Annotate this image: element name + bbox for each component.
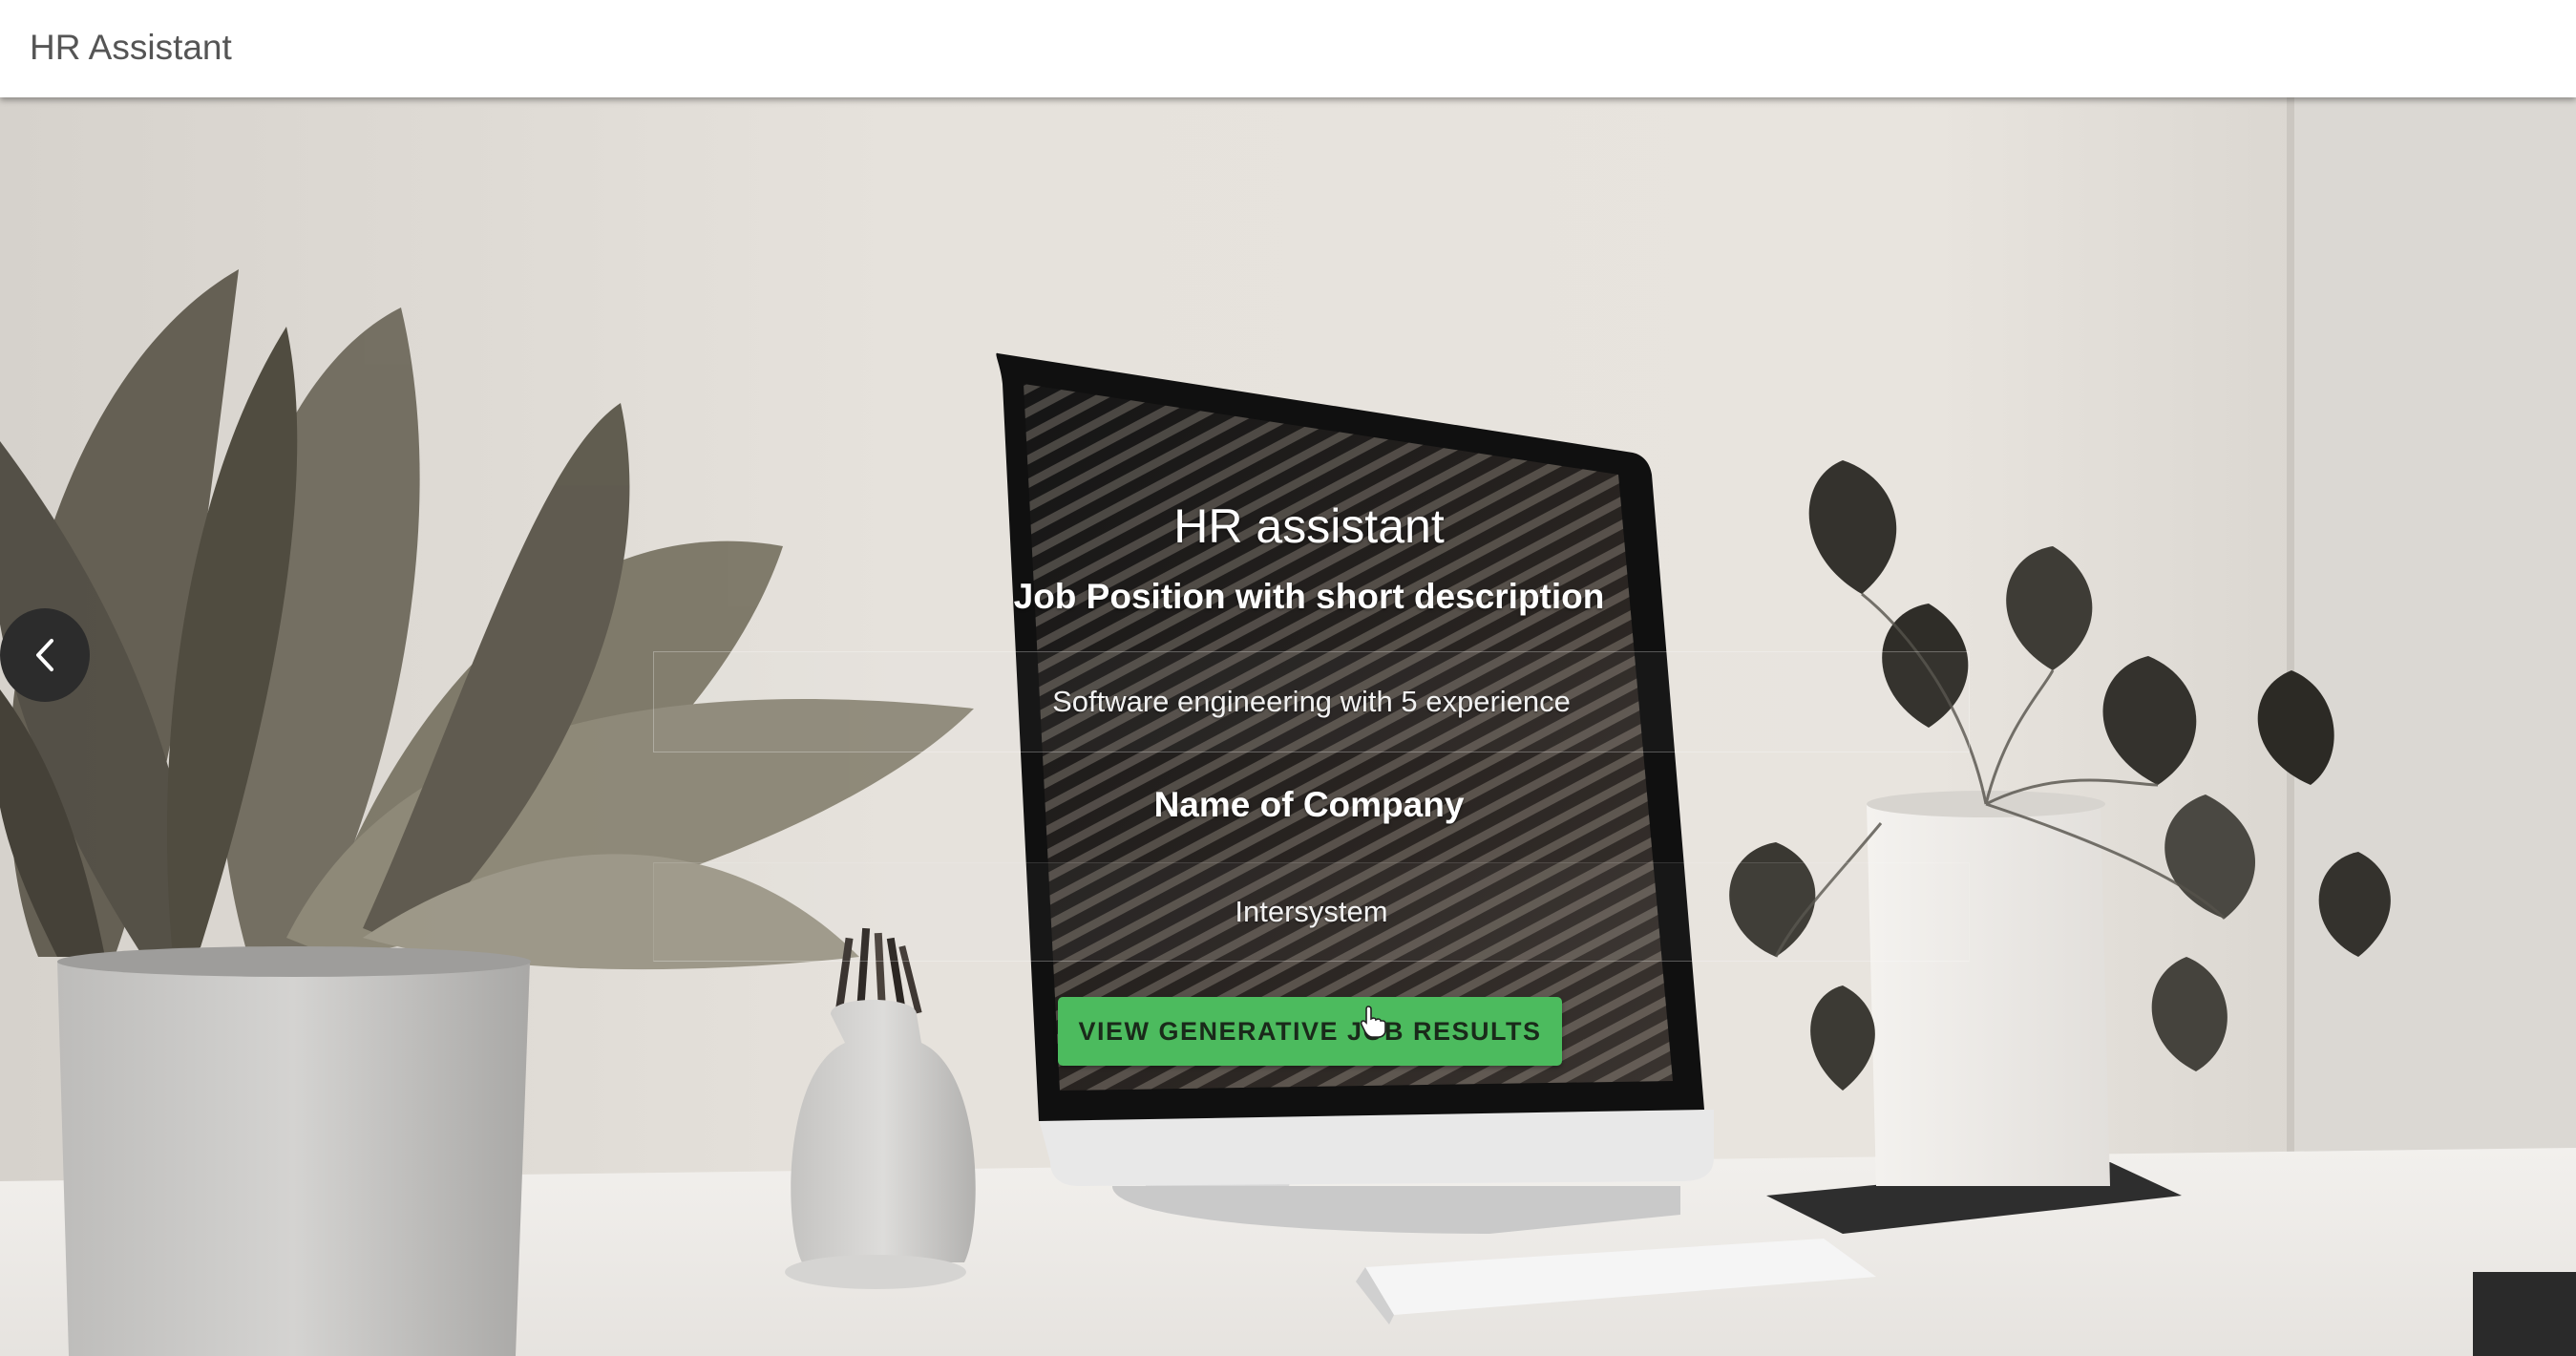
job-position-label: Job Position with short description [1013, 577, 1605, 616]
chevron-left-icon [31, 637, 59, 673]
company-name-value: Intersystem [1235, 895, 1388, 928]
job-position-value: Software engineering with 5 experience [1052, 685, 1571, 718]
app-root: HR Assistant HR assistant Job Position w… [0, 0, 2576, 1356]
job-position-input[interactable]: Software engineering with 5 experience [653, 651, 1970, 752]
app-title: HR Assistant [30, 28, 232, 67]
company-name-input[interactable]: Intersystem [653, 862, 1970, 962]
view-generative-job-results-button[interactable]: VIEW GENERATIVE JOB RESULTS [1058, 997, 1562, 1066]
form-title: HR assistant [1173, 499, 1445, 553]
app-bar: HR Assistant [0, 0, 2576, 97]
carousel-prev-button[interactable] [0, 608, 90, 702]
company-name-label: Name of Company [1153, 785, 1465, 824]
